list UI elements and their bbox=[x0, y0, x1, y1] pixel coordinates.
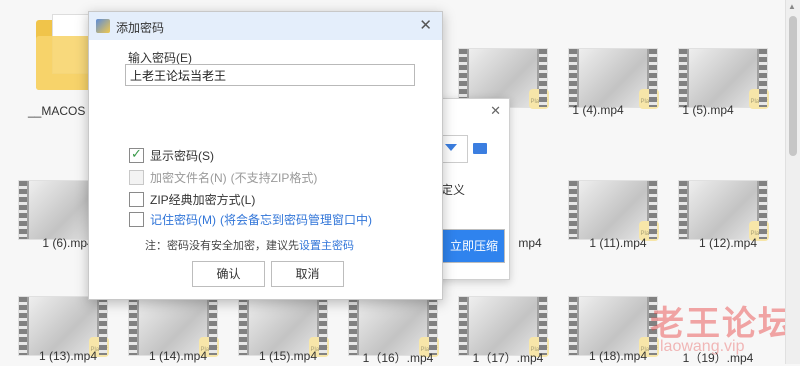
file-name[interactable]: 1（17）.mp4 bbox=[458, 349, 558, 366]
video-thumbnail[interactable]: Player bbox=[678, 48, 769, 109]
show-password-checkbox[interactable] bbox=[129, 146, 144, 163]
video-thumbnail[interactable]: Player bbox=[238, 296, 329, 357]
compress-now-button[interactable]: 立即压缩 bbox=[435, 229, 505, 263]
file-name[interactable]: 1 (11).mp4 bbox=[568, 236, 668, 250]
file-name[interactable]: 1 (12).mp4 bbox=[678, 236, 778, 250]
compress-dialog: ✕ 定义 立即压缩 bbox=[434, 98, 510, 280]
encrypt-filenames-option: 加密文件名(N) (不支持ZIP格式) bbox=[129, 169, 317, 186]
zip-classic-checkbox[interactable] bbox=[129, 192, 144, 207]
file-name[interactable]: 1 (15).mp4 bbox=[238, 349, 338, 363]
file-name[interactable]: 1（16）.mp4 bbox=[348, 349, 448, 366]
watermark-url: laowang.vip bbox=[660, 338, 745, 355]
video-thumbnail[interactable]: Player bbox=[458, 296, 549, 357]
video-thumbnail[interactable]: Player bbox=[568, 48, 659, 109]
password-input[interactable] bbox=[125, 64, 415, 86]
scroll-thumb[interactable] bbox=[789, 16, 797, 156]
close-icon[interactable]: ✕ bbox=[490, 103, 501, 119]
custom-label: 定义 bbox=[441, 183, 466, 197]
dialog-titlebar: 添加密码 ✕ bbox=[89, 12, 442, 40]
remember-password-checkbox[interactable] bbox=[129, 212, 144, 227]
video-thumbnail[interactable]: Player bbox=[348, 296, 439, 357]
close-icon[interactable]: ✕ bbox=[419, 16, 432, 34]
zip-classic-option[interactable]: ZIP经典加密方式(L) bbox=[129, 191, 255, 208]
browse-folder-icon[interactable] bbox=[473, 143, 487, 154]
chevron-down-icon bbox=[445, 144, 457, 151]
cancel-button[interactable]: 取消 bbox=[271, 261, 344, 287]
confirm-button[interactable]: 确认 bbox=[192, 261, 265, 287]
video-thumbnail[interactable]: Player bbox=[128, 296, 219, 357]
video-thumbnail[interactable]: Player bbox=[678, 180, 769, 241]
file-name[interactable]: 1 (5).mp4 bbox=[658, 103, 758, 117]
dialog-title: 添加密码 bbox=[116, 21, 165, 35]
video-thumbnail[interactable]: Player bbox=[568, 180, 659, 241]
video-thumbnail[interactable]: Player bbox=[18, 296, 109, 357]
vertical-scrollbar[interactable]: ▲ bbox=[785, 0, 800, 364]
security-note: 注：密码没有安全加密，建议先设置主密码 bbox=[145, 240, 354, 252]
show-password-option[interactable]: 显示密码(S) bbox=[129, 146, 214, 164]
set-master-password-link[interactable]: 设置主密码 bbox=[299, 240, 354, 252]
file-name[interactable]: 1 (4).mp4 bbox=[548, 103, 648, 117]
video-thumbnail[interactable]: Player bbox=[568, 296, 659, 357]
file-name[interactable]: 1 (18).mp4 bbox=[568, 349, 668, 363]
file-name[interactable]: 1 (13).mp4 bbox=[18, 349, 118, 363]
folder-icon[interactable] bbox=[36, 14, 94, 90]
app-icon bbox=[96, 19, 110, 33]
remember-password-option[interactable]: 记住密码(M) (将会备忘到密码管理窗口中) bbox=[129, 211, 372, 228]
file-name[interactable]: 1 (14).mp4 bbox=[128, 349, 228, 363]
scroll-up-icon[interactable]: ▲ bbox=[788, 2, 796, 11]
encrypt-filenames-checkbox bbox=[129, 170, 144, 185]
add-password-dialog: 添加密码 ✕ 输入密码(E) 显示密码(S) 加密文件名(N) (不支持ZIP格… bbox=[88, 11, 443, 300]
